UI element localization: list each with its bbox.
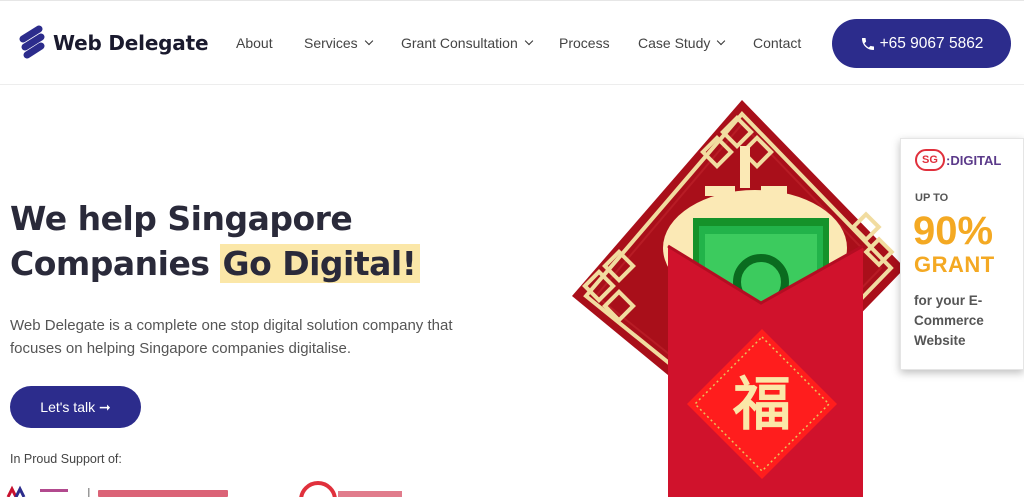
phone-button[interactable]: +65 9067 5862 <box>832 19 1011 68</box>
sg-digital-wordmark: :DIGITAL <box>946 152 1002 168</box>
hero-title-line1: We help Singapore <box>10 199 353 238</box>
nav-contact-label: Contact <box>753 35 802 51</box>
nav-process-label: Process <box>559 35 610 51</box>
nav-case-study[interactable]: Case Study <box>638 35 726 51</box>
grant-description: for your E-Commerce Website <box>914 293 984 348</box>
site-header: Web Delegate About Services Grant Consul… <box>0 0 1024 85</box>
svg-text:福: 福 <box>732 370 791 438</box>
nav-services[interactable]: Services <box>304 35 373 51</box>
grant-up-to: UP TO <box>915 192 949 204</box>
lets-talk-label: Let's talk ➞ <box>40 398 111 415</box>
hero-subtitle: Web Delegate is a complete one stop digi… <box>10 317 453 357</box>
sg-digital-grant-badge[interactable]: SG :DIGITAL UP TO 90% GRANT for your E-C… <box>900 138 1024 370</box>
hero-title: We help Singapore Companies Go Digital! <box>10 196 421 286</box>
chevron-down-icon <box>364 36 373 46</box>
nav-contact[interactable]: Contact <box>753 35 801 51</box>
nav-about[interactable]: About <box>236 35 273 51</box>
chevron-down-icon <box>717 36 726 46</box>
phone-icon <box>861 37 874 50</box>
sg-circle-mark: SG <box>915 149 945 171</box>
partner-logo-images <box>6 481 402 497</box>
grant-percent: 90% <box>913 209 994 253</box>
hero-title-highlight: Go Digital! <box>220 244 421 283</box>
logo[interactable]: Web Delegate <box>19 25 209 61</box>
logo-mark-icon <box>19 25 45 59</box>
nav-grant-label: Grant Consultation <box>401 35 518 51</box>
nav-services-label: Services <box>304 35 358 51</box>
support-label: In Proud Support of: <box>10 452 122 466</box>
grant-word: GRANT <box>914 252 995 277</box>
red-envelope-illustration: 福 <box>572 100 905 497</box>
partner-logos-strip <box>0 480 420 497</box>
hero-title-line2: Companies Go Digital! <box>10 241 421 286</box>
nav-case-study-label: Case Study <box>638 35 711 51</box>
chevron-down-icon <box>524 36 533 46</box>
logo-text: Web Delegate <box>53 31 209 55</box>
hero-title-prefix: Companies <box>10 244 221 283</box>
nav-about-label: About <box>236 35 273 51</box>
nav-process[interactable]: Process <box>559 35 610 51</box>
lets-talk-button[interactable]: Let's talk ➞ <box>10 386 141 428</box>
nav-grant-consultation[interactable]: Grant Consultation <box>401 35 533 51</box>
sg-digital-logo: SG :DIGITAL <box>915 149 1001 171</box>
phone-number: +65 9067 5862 <box>879 34 984 52</box>
